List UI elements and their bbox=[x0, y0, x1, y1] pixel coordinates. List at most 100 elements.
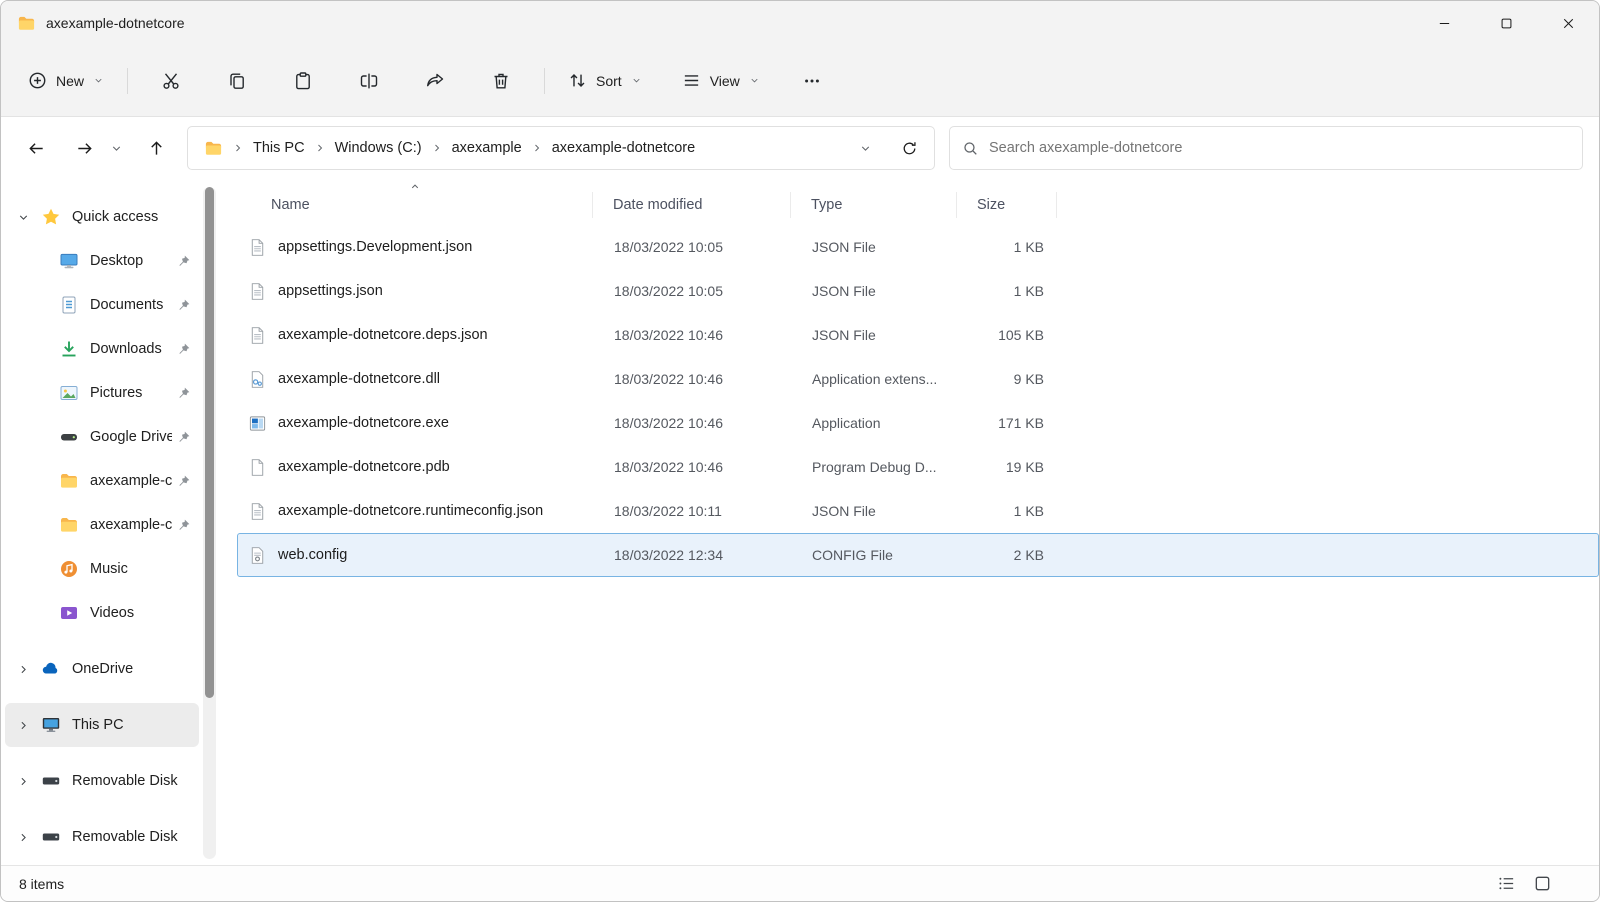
file-row-appsettings-json[interactable]: appsettings.json18/03/2022 10:05JSON Fil… bbox=[237, 269, 1599, 313]
pdb-file-icon bbox=[248, 458, 267, 477]
sidebar-item-label: Pictures bbox=[90, 385, 172, 401]
delete-icon bbox=[491, 71, 511, 91]
file-date-modified: 18/03/2022 10:46 bbox=[594, 459, 792, 475]
chevron-right-icon[interactable] bbox=[17, 719, 30, 732]
refresh-icon bbox=[901, 140, 918, 157]
sidebar-item-removable-disk[interactable]: Removable Disk bbox=[5, 759, 199, 803]
sidebar-item-downloads[interactable]: Downloads bbox=[5, 327, 199, 371]
toolbar-divider bbox=[127, 68, 128, 94]
sidebar-item-pictures[interactable]: Pictures bbox=[5, 371, 199, 415]
file-type: Program Debug D... bbox=[792, 459, 958, 475]
forward-button[interactable] bbox=[65, 130, 103, 166]
file-row-web-config[interactable]: web.config18/03/2022 12:34CONFIG File2 K… bbox=[237, 533, 1599, 577]
sidebar-item-videos[interactable]: Videos bbox=[5, 591, 199, 635]
search-input[interactable] bbox=[989, 140, 1570, 156]
maximize-button[interactable] bbox=[1475, 1, 1537, 45]
breadcrumb-segment-axexample[interactable]: axexample bbox=[450, 137, 524, 159]
music-icon bbox=[59, 559, 79, 579]
sidebar-item-removable-disk[interactable]: Removable Disk bbox=[5, 815, 199, 859]
documents-icon bbox=[59, 295, 79, 315]
dll-file-icon bbox=[248, 370, 267, 389]
file-list-header: NameDate modifiedTypeSize bbox=[237, 187, 1599, 223]
sidebar-scrollbar[interactable] bbox=[203, 187, 216, 859]
share-button[interactable] bbox=[412, 61, 458, 101]
file-row-axexample-dotnetcore-runtimeconfig-json[interactable]: axexample-dotnetcore.runtimeconfig.json 1… bbox=[237, 489, 1599, 533]
pin-icon bbox=[176, 254, 191, 269]
see-more-button[interactable] bbox=[789, 61, 835, 101]
sidebar-item-onedrive[interactable]: OneDrive bbox=[5, 647, 199, 691]
file-type: JSON File bbox=[792, 503, 958, 519]
file-size: 2 KB bbox=[958, 547, 1058, 563]
sort-button[interactable]: Sort bbox=[555, 61, 655, 101]
sidebar-item-label: Documents bbox=[90, 297, 172, 313]
chevron-right-icon[interactable] bbox=[17, 775, 30, 788]
copy-button[interactable] bbox=[214, 61, 260, 101]
file-name-cell: appsettings.json bbox=[238, 282, 594, 301]
file-name-cell: axexample-dotnetcore.pdb bbox=[238, 458, 594, 477]
breadcrumb-segment-windows-c[interactable]: Windows (C:) bbox=[333, 137, 424, 159]
minimize-button[interactable] bbox=[1413, 1, 1475, 45]
refresh-button[interactable] bbox=[894, 132, 924, 164]
sidebar-item-quick-access[interactable]: Quick access bbox=[5, 195, 199, 239]
rename-button[interactable] bbox=[346, 61, 392, 101]
large-icons-view-button[interactable] bbox=[1529, 871, 1555, 897]
address-dropdown-button[interactable] bbox=[850, 132, 880, 164]
sidebar-item-axexample-c[interactable]: axexample-c bbox=[5, 459, 199, 503]
new-button[interactable]: New bbox=[15, 61, 117, 101]
file-list: NameDate modifiedTypeSize appsettings.De… bbox=[217, 179, 1599, 865]
sidebar-scrollbar-thumb[interactable] bbox=[205, 187, 214, 698]
file-row-axexample-dotnetcore-exe[interactable]: axexample-dotnetcore.exe18/03/2022 10:46… bbox=[237, 401, 1599, 445]
chevron-right-icon[interactable] bbox=[17, 831, 30, 844]
sidebar-item-desktop[interactable]: Desktop bbox=[5, 239, 199, 283]
column-header-type[interactable]: Type bbox=[791, 192, 957, 218]
file-row-appsettings-development-json[interactable]: appsettings.Development.json18/03/2022 1… bbox=[237, 225, 1599, 269]
file-date-modified: 18/03/2022 10:46 bbox=[594, 415, 792, 431]
chevron-down-icon[interactable] bbox=[17, 211, 30, 224]
file-size: 1 KB bbox=[958, 503, 1058, 519]
sort-button-label: Sort bbox=[596, 73, 622, 89]
plus-circle-icon bbox=[28, 71, 47, 90]
sidebar: Quick accessDesktop Documents Downloads Pic… bbox=[1, 179, 217, 865]
file-size: 1 KB bbox=[958, 283, 1058, 299]
sidebar-item-music[interactable]: Music bbox=[5, 547, 199, 591]
chevron-up-small-icon bbox=[409, 181, 420, 192]
file-row-axexample-dotnetcore-pdb[interactable]: axexample-dotnetcore.pdb 18/03/2022 10:46… bbox=[237, 445, 1599, 489]
sidebar-item-axexample-c[interactable]: axexample-c bbox=[5, 503, 199, 547]
up-button[interactable] bbox=[137, 130, 175, 166]
file-name: web.config bbox=[278, 547, 347, 563]
sidebar-item-documents[interactable]: Documents bbox=[5, 283, 199, 327]
chevron-down-icon bbox=[631, 75, 642, 86]
breadcrumb: This PC Windows (C:) axexample axexample-do… bbox=[225, 137, 697, 159]
file-row-axexample-dotnetcore-dll[interactable]: axexample-dotnetcore.dll18/03/2022 10:46… bbox=[237, 357, 1599, 401]
address-bar[interactable]: This PC Windows (C:) axexample axexample-do… bbox=[187, 126, 935, 170]
column-header-size[interactable]: Size bbox=[957, 192, 1057, 218]
chevron-right-icon[interactable] bbox=[17, 663, 30, 676]
file-size: 105 KB bbox=[958, 327, 1058, 343]
search-box[interactable] bbox=[949, 126, 1583, 170]
recent-locations-button[interactable] bbox=[103, 130, 129, 166]
file-name-cell: axexample-dotnetcore.runtimeconfig.json bbox=[238, 502, 594, 521]
sidebar-item-google-drive[interactable]: Google Drive bbox=[5, 415, 199, 459]
sort-icon bbox=[568, 71, 587, 90]
breadcrumb-segment-axexample-dotnetcore[interactable]: axexample-dotnetcore bbox=[550, 137, 697, 159]
minimize-icon bbox=[1436, 15, 1453, 32]
config-file-icon bbox=[248, 546, 267, 565]
view-button[interactable]: View bbox=[669, 61, 773, 101]
column-header-date-modified[interactable]: Date modified bbox=[593, 192, 791, 218]
close-button[interactable] bbox=[1537, 1, 1599, 45]
folder-icon bbox=[59, 515, 79, 535]
back-button[interactable] bbox=[17, 130, 55, 166]
delete-button[interactable] bbox=[478, 61, 524, 101]
details-view-button[interactable] bbox=[1493, 871, 1519, 897]
sidebar-item-label: Music bbox=[90, 561, 191, 577]
sidebar-item-this-pc[interactable]: This PC bbox=[5, 703, 199, 747]
file-name: axexample-dotnetcore.pdb bbox=[278, 459, 450, 475]
file-name-cell: web.config bbox=[238, 546, 594, 565]
paste-icon bbox=[293, 71, 313, 91]
column-header-name[interactable]: Name bbox=[237, 192, 593, 218]
cut-button[interactable] bbox=[148, 61, 194, 101]
paste-button[interactable] bbox=[280, 61, 326, 101]
file-row-axexample-dotnetcore-deps-json[interactable]: axexample-dotnetcore.deps.json18/03/2022… bbox=[237, 313, 1599, 357]
sidebar-item-label: axexample-c bbox=[90, 473, 172, 489]
breadcrumb-segment-this-pc[interactable]: This PC bbox=[251, 137, 307, 159]
